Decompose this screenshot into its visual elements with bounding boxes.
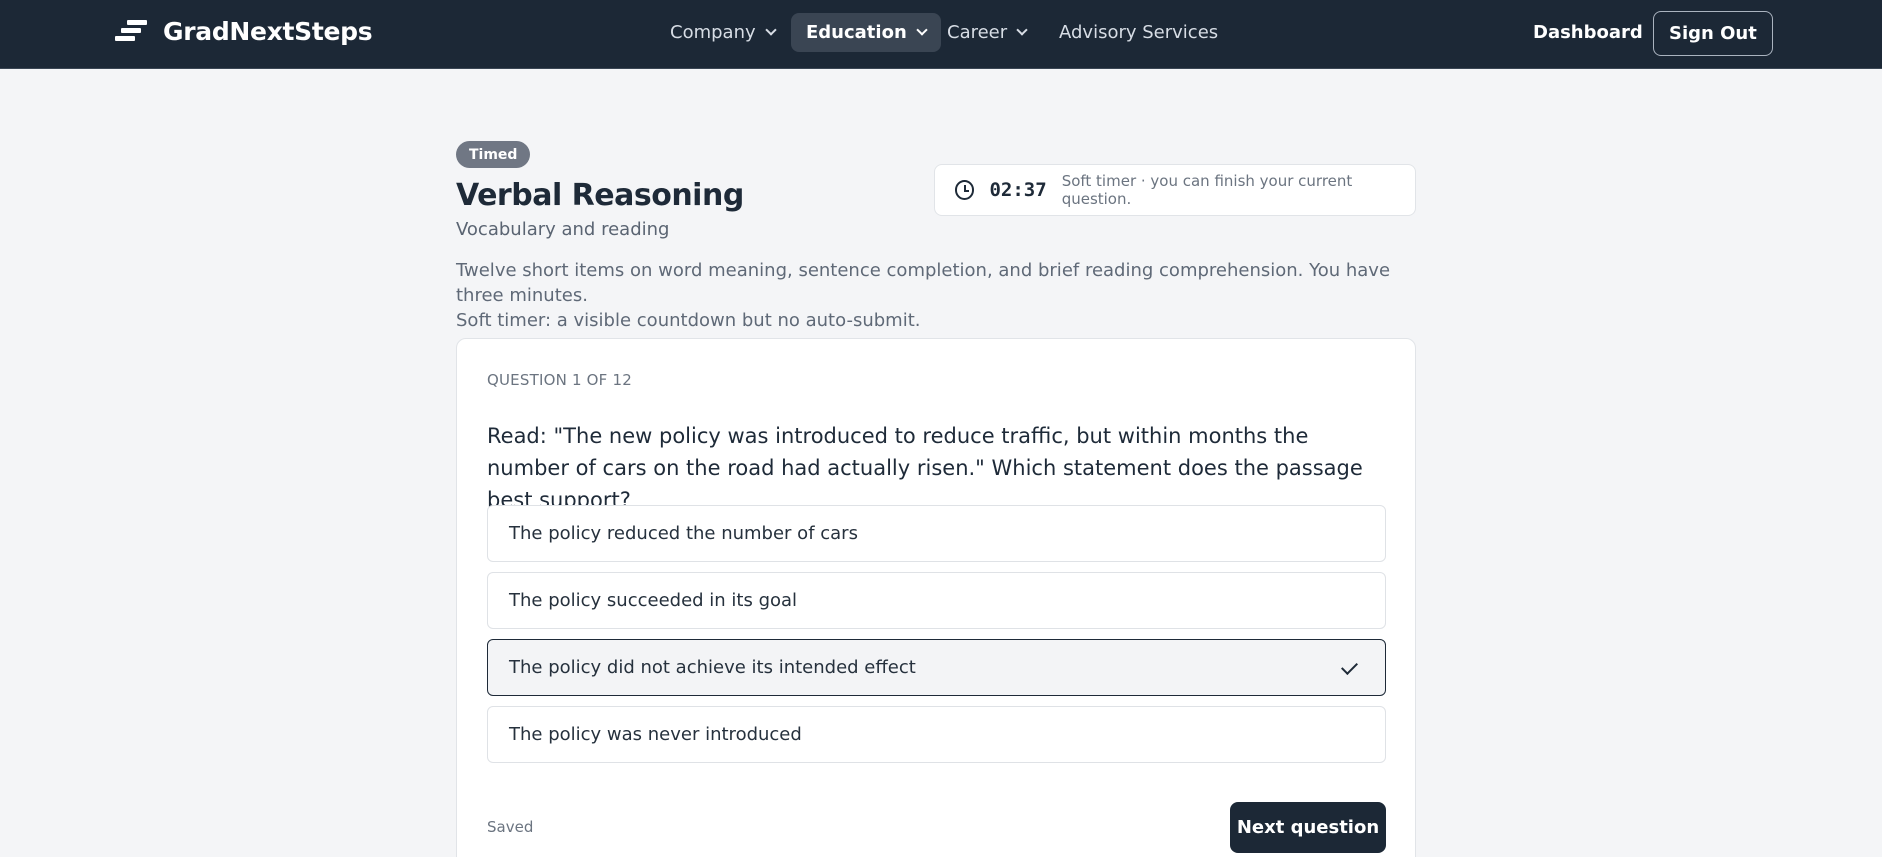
answer-option[interactable]: The policy succeeded in its goal xyxy=(487,572,1386,629)
page-title: Verbal Reasoning xyxy=(456,178,744,213)
answer-option-label: The policy was never introduced xyxy=(509,724,802,745)
nav-item-education[interactable]: Education xyxy=(791,13,941,52)
description-line: Twelve short items on word meaning, sent… xyxy=(456,260,1391,306)
next-question-button[interactable]: Next question xyxy=(1230,802,1386,853)
logo-steps-icon xyxy=(115,20,151,42)
timer-note: Soft timer · you can finish your current… xyxy=(1061,172,1353,208)
question-text: Read: "The new policy was introduced to … xyxy=(487,424,1363,512)
timer-value: 02:37 xyxy=(989,179,1047,201)
chevron-down-icon xyxy=(916,24,928,36)
nav-item-label: Career xyxy=(947,22,1008,43)
answer-option[interactable]: The policy reduced the number of cars xyxy=(487,505,1386,562)
chevron-down-icon xyxy=(1016,24,1028,36)
timed-badge: Timed xyxy=(456,141,531,168)
answer-option-label: The policy succeeded in its goal xyxy=(509,590,798,611)
check-icon xyxy=(1341,658,1358,675)
sign-out-button[interactable]: Sign Out xyxy=(1653,11,1773,56)
answer-option-selected[interactable]: The policy did not achieve its intended … xyxy=(487,639,1386,696)
nav-item-career[interactable]: Career xyxy=(932,13,1041,52)
answer-option-label: The policy reduced the number of cars xyxy=(509,523,858,544)
nav-item-label: Education xyxy=(806,22,907,43)
question-card: QUESTION 1 OF 12 Read: "The new policy w… xyxy=(456,338,1416,857)
top-navbar: GradNextSteps Company Education Career A… xyxy=(0,0,1882,69)
brand-name: GradNextSteps xyxy=(163,16,373,46)
answer-option[interactable]: The policy was never introduced xyxy=(487,706,1386,763)
nav-item-company[interactable]: Company xyxy=(655,13,790,52)
nav-item-label: Company xyxy=(670,22,756,43)
test-description: Twelve short items on word meaning, sent… xyxy=(456,258,1426,333)
question-counter: QUESTION 1 OF 12 xyxy=(487,371,632,389)
chevron-down-icon xyxy=(764,24,777,36)
nav-item-label: Advisory Services xyxy=(1059,22,1219,43)
save-status: Saved xyxy=(487,818,534,836)
countdown-timer: 02:37 Soft timer · you can finish your c… xyxy=(934,164,1416,216)
dashboard-link[interactable]: Dashboard xyxy=(1533,13,1643,52)
answer-option-label: The policy did not achieve its intended … xyxy=(509,657,916,678)
nav-item-advisory-services[interactable]: Advisory Services xyxy=(1044,13,1233,52)
description-line: Soft timer: a visible countdown but no a… xyxy=(456,310,921,331)
brand-logo[interactable]: GradNextSteps xyxy=(115,15,373,47)
clock-icon xyxy=(955,180,975,200)
page-subtitle: Vocabulary and reading xyxy=(456,219,670,240)
